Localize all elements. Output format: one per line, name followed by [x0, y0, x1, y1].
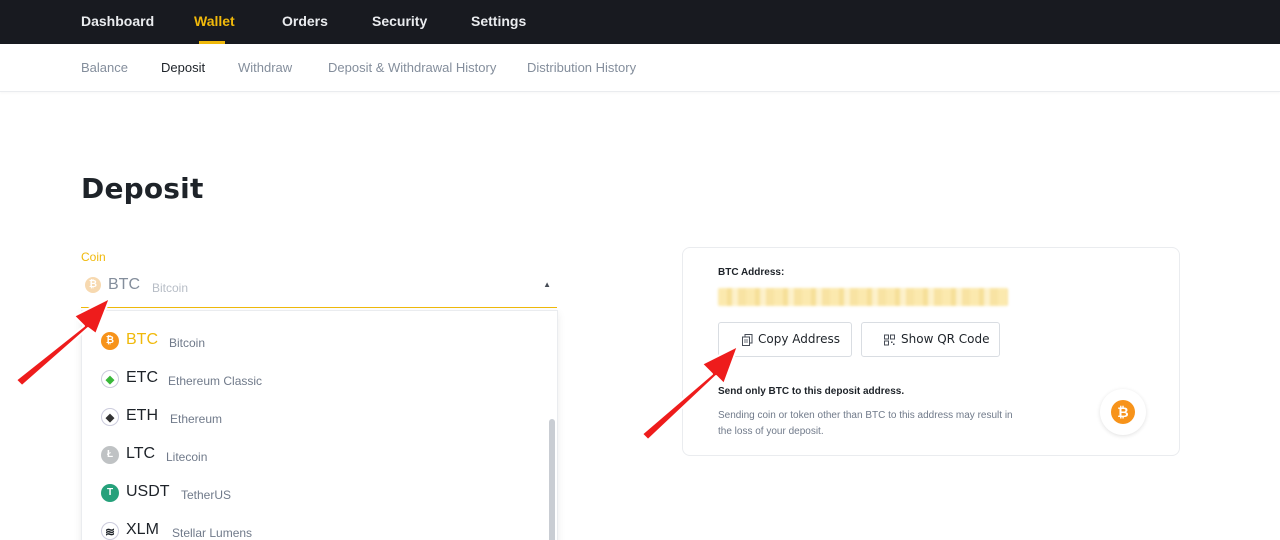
address-label: BTC Address: [718, 267, 785, 278]
show-qr-code-button[interactable]: Show QR Code [861, 322, 1000, 357]
subnav-deposit-withdrawal-history[interactable]: Deposit & Withdrawal History [328, 44, 496, 92]
ethereum-icon: ◆ [101, 408, 119, 426]
coin-option-usdt[interactable]: T USDT TetherUS [82, 475, 548, 511]
page-title: Deposit [81, 172, 204, 205]
coin-option-symbol: BTC [126, 331, 158, 348]
tether-icon: T [101, 484, 119, 502]
deposit-warning-body: Sending coin or token other than BTC to … [718, 410, 1013, 437]
coin-option-btc[interactable]: ₿ BTC Bitcoin [82, 323, 548, 359]
coin-option-name: Bitcoin [169, 336, 206, 350]
coin-field-label: Coin [81, 250, 106, 264]
coin-option-symbol: USDT [126, 483, 170, 500]
caret-up-icon[interactable]: ▲ [543, 280, 551, 289]
dropdown-scrollbar[interactable] [549, 419, 555, 540]
coin-option-name: Litecoin [166, 450, 208, 464]
coin-option-name: Stellar Lumens [172, 526, 253, 540]
subnav-withdraw[interactable]: Withdraw [238, 44, 292, 92]
selected-coin-name: Bitcoin [152, 281, 189, 295]
coin-select[interactable]: ₿ BTC Bitcoin ▲ [81, 270, 557, 308]
nav-security[interactable]: Security [372, 0, 427, 44]
nav-dashboard[interactable]: Dashboard [81, 0, 154, 44]
bitcoin-icon: ₿ [1111, 400, 1135, 424]
coin-option-symbol: LTC [126, 445, 156, 462]
nav-wallet[interactable]: Wallet [194, 0, 235, 44]
subnav-distribution-history[interactable]: Distribution History [527, 44, 636, 92]
sub-navigation: Balance Deposit Withdraw Deposit & Withd… [0, 44, 1280, 92]
coin-option-ltc[interactable]: Ł LTC Litecoin [82, 437, 548, 473]
coin-option-name: Ethereum [170, 412, 223, 426]
coin-option-symbol: ETC [126, 369, 158, 386]
show-qr-code-label: Show QR Code [901, 332, 990, 346]
coin-option-name: Ethereum Classic [168, 374, 263, 388]
subnav-deposit[interactable]: Deposit [161, 44, 205, 92]
qr-code-icon [884, 334, 895, 346]
stellar-icon: ≋ [101, 522, 119, 540]
bitcoin-badge: ₿ [1100, 389, 1146, 435]
coin-option-symbol: ETH [126, 407, 158, 424]
annotation-arrow-coin-select [15, 297, 111, 387]
annotation-arrow-copy-address [641, 345, 739, 440]
coin-option-symbol: XLM [126, 521, 159, 538]
litecoin-icon: Ł [101, 446, 119, 464]
coin-option-etc[interactable]: ◆ ETC Ethereum Classic [82, 361, 548, 397]
coin-option-name: TetherUS [181, 488, 232, 502]
coin-dropdown-list: ₿ BTC Bitcoin ◆ ETC Ethereum Classic ◆ E… [81, 310, 558, 540]
nav-orders[interactable]: Orders [282, 0, 328, 44]
subnav-balance[interactable]: Balance [81, 44, 128, 92]
nav-settings[interactable]: Settings [471, 0, 526, 44]
coin-option-eth[interactable]: ◆ ETH Ethereum [82, 399, 548, 435]
deposit-address-card: BTC Address: Copy Address Show QR Code S… [682, 247, 1180, 456]
top-navigation: Dashboard Wallet Orders Security Setting… [0, 0, 1280, 44]
address-value-blurred [718, 288, 1008, 306]
coin-option-xlm[interactable]: ≋ XLM Stellar Lumens [82, 513, 548, 540]
copy-address-label: Copy Address [758, 332, 841, 346]
